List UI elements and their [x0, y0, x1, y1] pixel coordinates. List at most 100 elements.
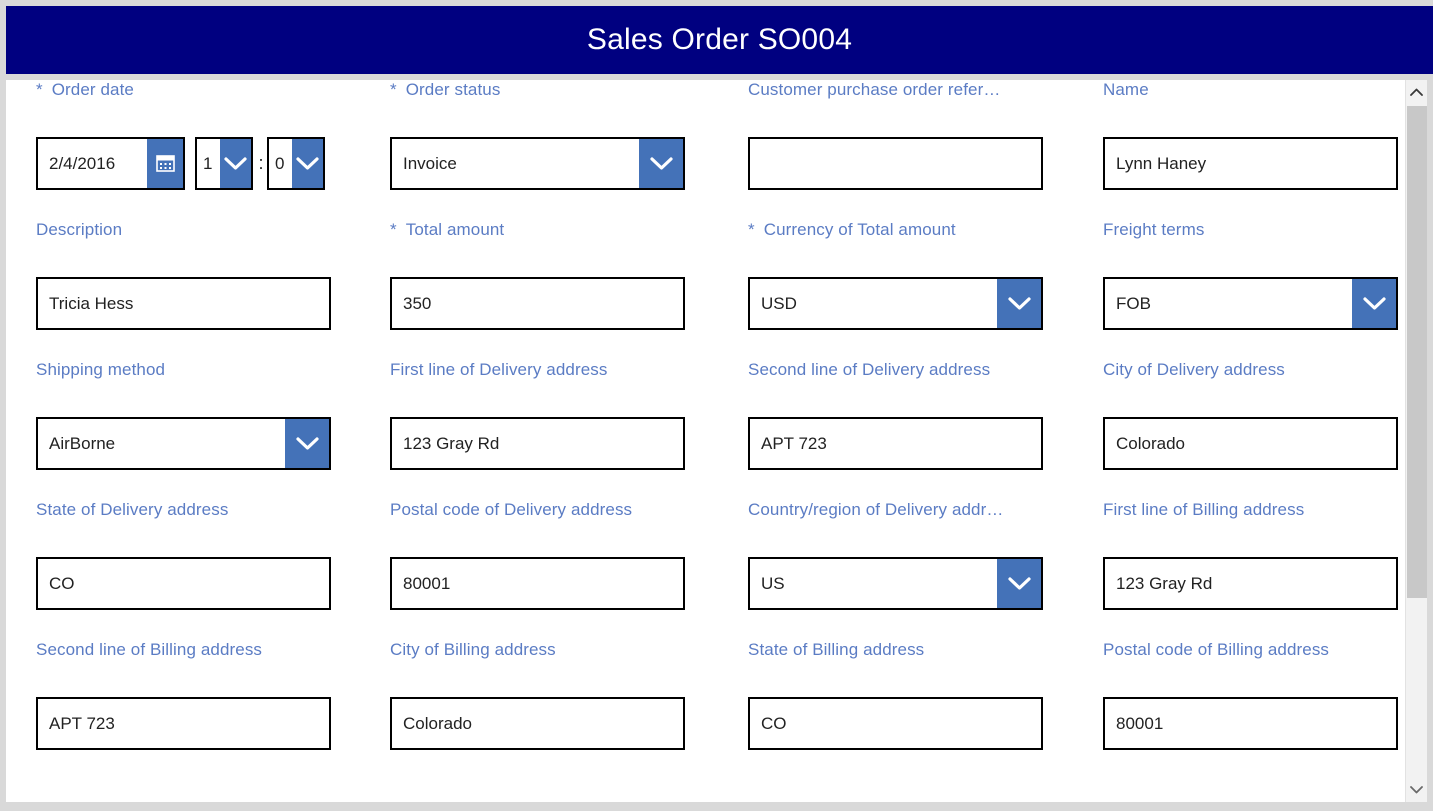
label-text: City of Delivery address — [1103, 360, 1285, 379]
calendar-icon — [155, 154, 175, 173]
label-state-of-delivery-address: State of Delivery address — [36, 500, 228, 522]
form-row: State of Delivery address CO Postal code o… — [6, 500, 1411, 640]
input-description[interactable]: Tricia Hess — [36, 277, 331, 330]
control-postal-code-of-billing-address: 80001 — [1103, 697, 1398, 750]
scroll-down-arrow-icon[interactable] — [1406, 778, 1427, 802]
field-order-date: * Order date 2/4/2016 1:0 — [36, 80, 325, 190]
chevron-down-icon — [295, 437, 319, 450]
form-row: Second line of Billing address APT 723 Cit… — [6, 640, 1411, 780]
label-city-of-delivery-address: City of Delivery address — [1103, 360, 1285, 382]
field-postal-code-of-delivery-address: Postal code of Delivery address 80001 — [390, 500, 685, 610]
chevron-down-icon — [1007, 297, 1031, 310]
input-first-line-of-delivery-address[interactable]: 123 Gray Rd — [390, 417, 685, 470]
input-postal-code-of-delivery-address[interactable]: 80001 — [390, 557, 685, 610]
field-order-status: * Order status Invoice — [390, 80, 685, 190]
label-text: State of Delivery address — [36, 500, 229, 519]
date-value: 2/4/2016 — [49, 153, 116, 173]
label-description: Description — [36, 220, 122, 242]
control-second-line-of-delivery-address: APT 723 — [748, 417, 1043, 470]
label-text: Total amount — [405, 220, 505, 239]
control-first-line-of-delivery-address: 123 Gray Rd — [390, 417, 685, 470]
input-second-line-of-billing-address[interactable]: APT 723 — [36, 697, 331, 750]
select-currency-of-total-amount[interactable]: USD — [748, 277, 1043, 330]
label-text: First line of Billing address — [1103, 500, 1305, 519]
form-row: Shipping method AirBorne First line of Del… — [6, 360, 1411, 500]
label-order-date: * Order date — [36, 80, 134, 102]
label-text: Currency of Total amount — [763, 220, 956, 239]
dropdown-button-currency-of-total-amount[interactable] — [997, 279, 1041, 328]
control-shipping-method: AirBorne — [36, 417, 331, 470]
calendar-picker-button[interactable] — [147, 139, 183, 188]
minute-dropdown-button[interactable] — [292, 139, 323, 188]
input-second-line-of-delivery-address[interactable]: APT 723 — [748, 417, 1043, 470]
chevron-down-icon — [1362, 297, 1386, 310]
label-text: City of Billing address — [390, 640, 556, 659]
label-text: Name — [1103, 80, 1149, 99]
input-first-line-of-billing-address[interactable]: 123 Gray Rd — [1103, 557, 1398, 610]
control-city-of-delivery-address: Colorado — [1103, 417, 1398, 470]
field-state-of-billing-address: State of Billing address CO — [748, 640, 1043, 750]
label-postal-code-of-delivery-address: Postal code of Delivery address — [390, 500, 632, 522]
input-total-amount[interactable]: 350 — [390, 277, 685, 330]
label-freight-terms: Freight terms — [1103, 220, 1204, 242]
select-country-region-of-delivery-address[interactable]: US — [748, 557, 1043, 610]
hour-dropdown-button[interactable] — [220, 139, 251, 188]
field-city-of-delivery-address: City of Delivery address Colorado — [1103, 360, 1398, 470]
label-state-of-billing-address: State of Billing address — [748, 640, 924, 662]
page-title: Sales Order SO004 — [586, 23, 853, 56]
input-postal-code-of-billing-address[interactable]: 80001 — [1103, 697, 1398, 750]
field-second-line-of-delivery-address: Second line of Delivery address APT 723 — [748, 360, 1043, 470]
scrollbar-thumb[interactable] — [1407, 106, 1427, 598]
label-second-line-of-billing-address: Second line of Billing address — [36, 640, 262, 662]
label-first-line-of-billing-address: First line of Billing address — [1103, 500, 1304, 522]
select-order-status[interactable]: Invoice — [390, 137, 685, 190]
dropdown-button-freight-terms[interactable] — [1352, 279, 1396, 328]
label-text: Description — [36, 220, 123, 239]
field-total-amount: * Total amount 350 — [390, 220, 685, 330]
chevron-down-icon — [296, 157, 319, 170]
field-description: Description Tricia Hess — [36, 220, 331, 330]
label-customer-purchase-order-reference: Customer purchase order refer… — [748, 80, 1000, 102]
form-row: * Order date 2/4/2016 1:0 * Order status Invoi… — [6, 80, 1411, 220]
dropdown-button-order-status[interactable] — [639, 139, 683, 188]
form-row: Description Tricia Hess * Total amount 350 * C… — [6, 220, 1411, 360]
scroll-up-arrow-icon[interactable] — [1406, 80, 1427, 104]
label-text: Country/region of Delivery addr… — [748, 500, 1004, 519]
select-freight-terms[interactable]: FOB — [1103, 277, 1398, 330]
select-shipping-method[interactable]: AirBorne — [36, 417, 331, 470]
input-name[interactable]: Lynn Haney — [1103, 137, 1398, 190]
field-customer-purchase-order-reference: Customer purchase order refer… — [748, 80, 1043, 190]
label-postal-code-of-billing-address: Postal code of Billing address — [1103, 640, 1329, 662]
dropdown-button-shipping-method[interactable] — [285, 419, 329, 468]
chevron-down-icon — [224, 157, 247, 170]
input-state-of-billing-address[interactable]: CO — [748, 697, 1043, 750]
control-first-line-of-billing-address: 123 Gray Rd — [1103, 557, 1398, 610]
label-text: Second line of Billing address — [36, 640, 263, 659]
date-input-order-date[interactable]: 2/4/2016 — [36, 137, 185, 190]
input-customer-purchase-order-reference[interactable] — [748, 137, 1043, 190]
label-text: Postal code of Delivery address — [390, 500, 633, 519]
field-first-line-of-billing-address: First line of Billing address 123 Gray Rd — [1103, 500, 1398, 610]
label-total-amount: * Total amount — [390, 220, 504, 242]
label-text: Order status — [405, 80, 501, 99]
chevron-down-icon — [649, 157, 673, 170]
dropdown-button-country-region-of-delivery-address[interactable] — [997, 559, 1041, 608]
input-city-of-billing-address[interactable]: Colorado — [390, 697, 685, 750]
form-grid: * Order date 2/4/2016 1:0 * Order status Invoi… — [6, 80, 1411, 780]
control-description: Tricia Hess — [36, 277, 331, 330]
label-country-region-of-delivery-address: Country/region of Delivery addr… — [748, 500, 1003, 522]
minute-select[interactable]: 0 — [267, 137, 325, 190]
control-city-of-billing-address: Colorado — [390, 697, 685, 750]
control-state-of-delivery-address: CO — [36, 557, 331, 610]
label-first-line-of-delivery-address: First line of Delivery address — [390, 360, 607, 382]
selected-value-freight-terms: FOB — [1116, 293, 1151, 313]
input-city-of-delivery-address[interactable]: Colorado — [1103, 417, 1398, 470]
hour-select[interactable]: 1 — [195, 137, 253, 190]
form-scroll-area: * Order date 2/4/2016 1:0 * Order status Invoi… — [6, 80, 1411, 802]
label-text: Customer purchase order refer… — [748, 80, 1001, 99]
vertical-scrollbar[interactable] — [1405, 80, 1427, 802]
input-state-of-delivery-address[interactable]: CO — [36, 557, 331, 610]
selected-value-order-status: Invoice — [403, 153, 457, 173]
label-text: Freight terms — [1103, 220, 1205, 239]
control-currency-of-total-amount: USD — [748, 277, 1043, 330]
